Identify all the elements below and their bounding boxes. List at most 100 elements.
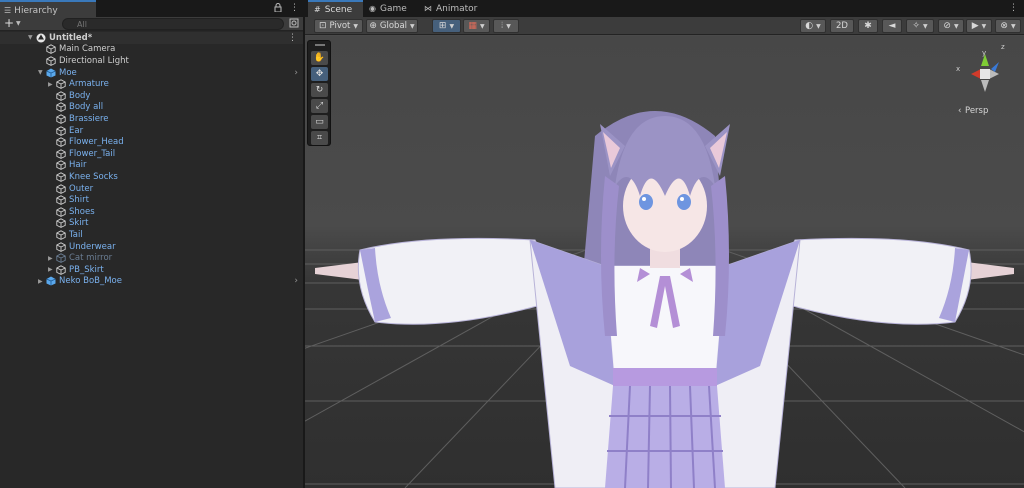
hierarchy-row[interactable]: Outer [0,183,303,195]
prefab-cube-icon [46,68,56,78]
hierarchy-row[interactable]: Knee Socks [0,171,303,183]
scene-tab-bar: # Scene ◉ Game ⋈ Animator ⋮ [305,0,1024,17]
chevron-left-icon: ‹ [958,106,962,116]
scene-viewport[interactable]: ✋ ✥ ↻ ⤢ ▭ ⌗ x y z ‹ Persp [305,36,1024,488]
hierarchy-row[interactable]: ▶ Cat mirror [0,252,303,264]
hierarchy-tab-actions: ⋮ [274,3,299,15]
grid-red-icon: ▦ [468,21,477,31]
camera-dropdown[interactable]: ▶ ▼ [966,19,992,33]
open-prefab-chevron-icon[interactable]: › [294,68,298,78]
gameobject-cube-icon [56,160,66,171]
add-button[interactable]: + [4,17,14,30]
unity-scene-icon [36,33,46,43]
scene-visibility-icon[interactable] [289,18,299,31]
hierarchy-row[interactable]: Body [0,90,303,102]
chevron-right-icon[interactable]: ▶ [48,81,53,88]
chevron-down-icon[interactable]: ▼ [28,34,33,41]
open-prefab-chevron-icon[interactable]: › [294,276,298,286]
tab-scene[interactable]: # Scene [308,0,363,17]
hierarchy-row-label: Brassiere [69,113,109,124]
kebab-menu-icon[interactable]: ⋮ [1009,3,1018,13]
move-tool-icon[interactable]: ✥ [311,67,328,81]
hierarchy-row-label: Body all [69,102,104,113]
shading-mode-dropdown[interactable]: ◐ ▼ [800,19,826,33]
hierarchy-row-label: PB_Skirt [69,264,104,275]
transform-tool-icon[interactable]: ⌗ [311,131,328,145]
speaker-icon: ◄ [888,21,896,31]
gameobject-cube-icon [56,149,66,159]
grid-visibility-dropdown[interactable]: ▦ ▼ [463,19,490,33]
hierarchy-row-label: Hair [69,160,87,171]
tab-animator[interactable]: ⋈ Animator [418,0,488,17]
hierarchy-row[interactable]: Flower_Head [0,136,303,148]
chevron-right-icon[interactable]: ▶ [48,266,53,273]
hierarchy-row[interactable]: ▶ Neko BoB_Moe › [0,276,303,288]
kebab-menu-icon[interactable]: ⋮ [288,33,297,43]
chevron-down-icon[interactable]: ▼ [16,20,21,27]
pivot-dropdown[interactable]: ⊡ Pivot ▼ [314,19,363,33]
chevron-right-icon[interactable]: ▶ [38,278,43,285]
gizmos-dropdown[interactable]: ⊗ ▼ [995,19,1021,33]
hierarchy-row[interactable]: Main Camera [0,44,303,56]
kebab-menu-icon[interactable]: ⋮ [290,3,299,15]
search-input[interactable] [62,18,284,30]
increment-snap-dropdown[interactable]: ⦙ ▼ [493,19,519,33]
hierarchy-row[interactable]: ▶ PB_Skirt [0,264,303,276]
hierarchy-row[interactable]: Directional Light [0,55,303,67]
hierarchy-row[interactable]: Skirt [0,218,303,230]
hierarchy-row[interactable]: Brassiere [0,113,303,125]
scale-tool-icon[interactable]: ⤢ [311,99,328,113]
tab-game-label: Game [379,3,407,14]
lighting-toggle[interactable]: ✱ [858,19,878,33]
gameobject-cube-icon [56,253,66,264]
chevron-down-icon[interactable]: ▼ [38,69,43,76]
hierarchy-row-label: Armature [69,79,109,90]
rotate-tool-icon[interactable]: ↻ [311,83,328,97]
hierarchy-row-label: Knee Socks [69,171,118,182]
hierarchy-row[interactable]: ▼ Moe › [0,67,303,79]
lock-icon[interactable] [274,3,282,15]
hierarchy-row[interactable]: Hair [0,160,303,172]
hierarchy-row-label: Flower_Tail [69,148,116,159]
hierarchy-row[interactable]: Ear [0,125,303,137]
projection-toggle[interactable]: Persp [965,106,988,116]
global-dropdown[interactable]: ⊕ Global ▼ [366,19,418,33]
hierarchy-row-label: Outer [69,183,94,194]
hierarchy-row[interactable]: Shoes [0,206,303,218]
tab-game[interactable]: ◉ Game [363,0,418,17]
chevron-down-icon: ▼ [922,22,928,30]
drag-handle[interactable] [315,44,325,46]
hierarchy-panel: ☰ Hierarchy ⋮ + ▼ ⌕ ▼ Untitled* ⋮ Main Came… [0,0,303,488]
gameobject-cube-icon [56,137,66,148]
hierarchy-row[interactable]: Body all [0,102,303,114]
rect-tool-icon[interactable]: ▭ [311,115,328,129]
avatar-model[interactable] [305,36,1024,488]
chevron-down-icon: ▼ [506,22,511,30]
chevron-right-icon[interactable]: ▶ [48,255,53,262]
gameobject-cube-icon [56,241,66,252]
audio-toggle[interactable]: ◄ [882,19,902,33]
hierarchy-row[interactable]: Tail [0,229,303,241]
scene-root-row[interactable]: ▼ Untitled* ⋮ [0,32,303,44]
gameobject-cube-icon [56,79,66,90]
gameobject-cube-icon [56,91,66,101]
gizmo-axis-y-label: y [982,49,987,57]
tab-hierarchy[interactable]: ☰ Hierarchy [0,0,96,17]
gameobject-cube-icon [56,195,66,206]
hierarchy-row[interactable]: Flower_Tail [0,148,303,160]
hierarchy-row[interactable]: Shirt [0,194,303,206]
gameobject-cube-icon [56,230,66,240]
gameobject-cube-icon [46,44,56,55]
gameobject-cube-icon [56,265,66,275]
shading-sphere-icon: ◐ [805,21,814,31]
camera-icon: ▶ [971,21,979,31]
mode-2d-toggle[interactable]: 2D [830,19,854,33]
hierarchy-row[interactable]: Underwear [0,241,303,253]
hand-tool-icon[interactable]: ✋ [311,51,328,65]
hierarchy-row[interactable]: ▶ Armature [0,78,303,90]
hidden-objects-dropdown[interactable]: ⊘ ▼ [938,19,964,33]
hierarchy-row-label: Cat mirror [69,253,113,264]
effects-dropdown[interactable]: ✧ ▼ [906,19,934,33]
grid-snap-dropdown[interactable]: ⊞ ▼ [432,19,461,33]
globe-icon: ⊕ [369,21,377,31]
